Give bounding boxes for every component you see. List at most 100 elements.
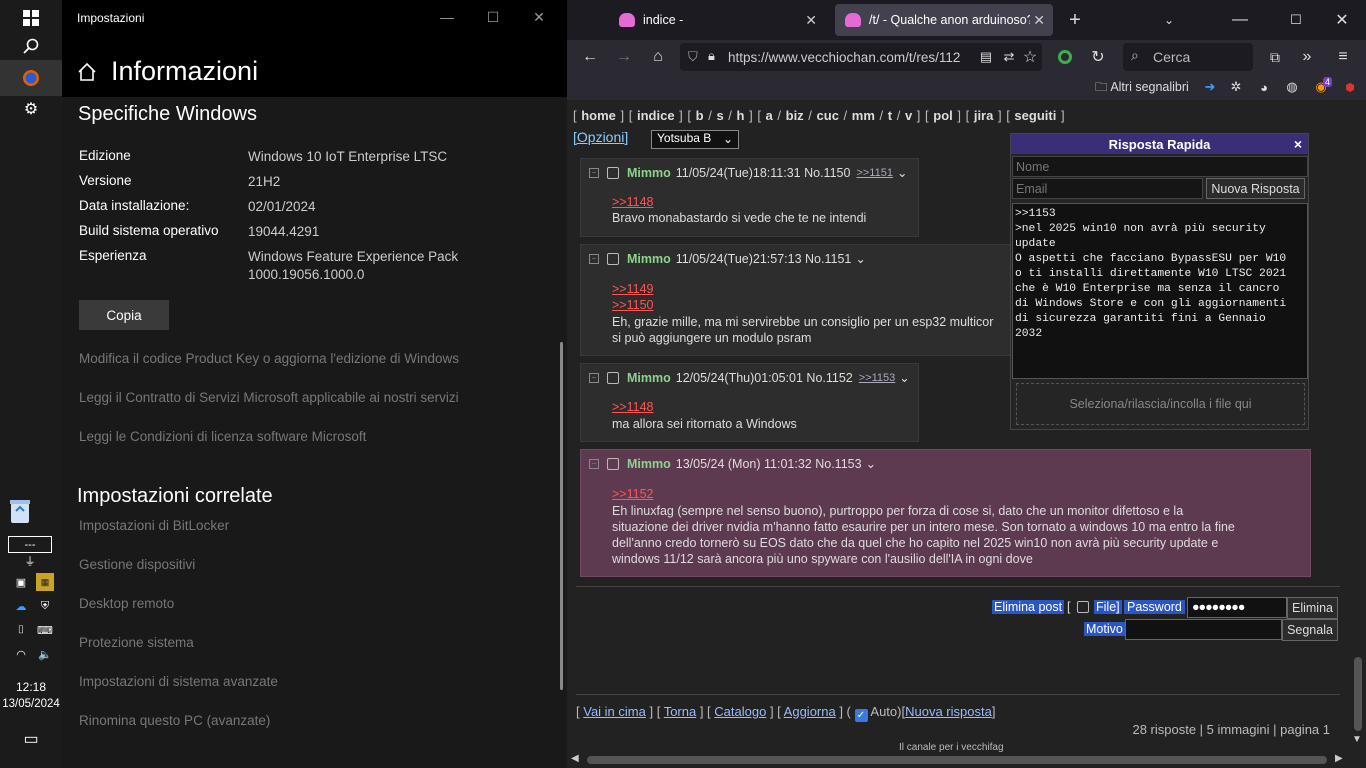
quote-link[interactable]: >>1148 <box>612 400 653 414</box>
translate-icon[interactable]: ⇄ <box>1000 40 1018 74</box>
copy-button[interactable]: Copia <box>79 300 169 330</box>
link-advanced-system[interactable]: Impostazioni di sistema avanzate <box>79 674 278 689</box>
nav-link-cuc[interactable]: cuc <box>817 108 839 123</box>
link-system-protection[interactable]: Protezione sistema <box>79 635 194 650</box>
other-bookmarks[interactable]: 🗀 Altri segnalibri <box>1095 78 1189 99</box>
recycle-bin-icon[interactable] <box>5 496 35 526</box>
clock-time[interactable]: 12:18 <box>0 679 62 695</box>
tab-thread[interactable]: /t/ - Qualche anon arduinoso? S ✕ <box>835 4 1053 36</box>
quote-link[interactable]: >>1149 <box>612 282 653 296</box>
new-reply-button[interactable]: Nuova Risposta <box>1206 178 1305 199</box>
scroll-thumb[interactable] <box>1354 657 1362 731</box>
addon-arrow-icon[interactable]: ➜ <box>1201 70 1219 104</box>
chevron-down-icon[interactable]: ⌄ <box>855 251 865 266</box>
keyboard-icon[interactable]: ⌨ <box>36 621 54 639</box>
refresh-link[interactable]: Aggiorna <box>784 704 836 719</box>
name-field[interactable] <box>1012 156 1308 177</box>
chevron-down-icon[interactable]: ⌄ <box>866 456 876 471</box>
nav-link-home[interactable]: home <box>581 108 616 123</box>
message-textarea[interactable]: >>1153 >nel 2025 win10 non avrà più secu… <box>1012 203 1308 379</box>
post-checkbox[interactable] <box>607 252 619 265</box>
quote-link[interactable]: >>1148 <box>612 195 653 209</box>
search-taskbar-button[interactable] <box>0 28 62 64</box>
delete-button[interactable]: Elimina <box>1287 597 1338 619</box>
link-services-agreement[interactable]: Leggi il Contratto di Servizi Microsoft … <box>79 390 459 405</box>
scroll-right-arrow-icon[interactable]: ▶ <box>1335 753 1343 764</box>
home-icon[interactable]: ⌂ <box>645 40 671 74</box>
quick-reply-header[interactable]: Risposta Rapida × <box>1011 134 1308 154</box>
email-field[interactable] <box>1012 178 1203 199</box>
addon-eye-icon[interactable]: ◕ <box>1255 70 1273 104</box>
tab-close-icon[interactable]: ✕ <box>1030 11 1045 29</box>
display-icon[interactable]: ▣ <box>12 573 30 591</box>
ublock-icon[interactable]: ⬢ <box>1341 70 1359 104</box>
addon-fox-icon[interactable]: ◉ <box>1312 70 1330 104</box>
shield-icon[interactable]: ⛨ <box>36 597 54 615</box>
nav-link-biz[interactable]: biz <box>786 108 804 123</box>
tab-indice[interactable]: indice - ✕ <box>609 4 825 36</box>
back-button[interactable]: ← <box>577 40 603 74</box>
link-remote-desktop[interactable]: Desktop remoto <box>79 596 174 611</box>
link-bitlocker[interactable]: Impostazioni di BitLocker <box>79 518 229 533</box>
nav-link-indice[interactable]: indice <box>637 108 675 123</box>
extension-green-icon[interactable] <box>1055 40 1075 74</box>
reader-view-icon[interactable]: ▤ <box>977 40 995 74</box>
shield-icon[interactable]: ⛉ <box>688 49 698 65</box>
reason-field[interactable] <box>1125 619 1282 640</box>
close-icon[interactable]: × <box>1294 136 1302 152</box>
clock-date[interactable]: 13/05/2024 <box>0 696 62 712</box>
post-checkbox[interactable] <box>607 371 619 384</box>
options-link[interactable]: [Opzioni] <box>573 129 628 145</box>
page-vertical-scrollbar[interactable]: ▼ <box>1350 100 1366 752</box>
link-rename-pc[interactable]: Rinomina questo PC (avanzate) <box>79 713 270 728</box>
battery-indicator[interactable]: --- <box>8 536 52 553</box>
back-link[interactable]: Torna <box>664 704 697 719</box>
menu-icon[interactable]: ≡ <box>1332 40 1354 74</box>
auto-checkbox[interactable]: ✓ <box>854 709 868 722</box>
scroll-thumb[interactable] <box>587 756 1327 764</box>
style-select[interactable]: Yotsuba B ⌄ <box>651 130 739 149</box>
nav-link-pol[interactable]: pol <box>933 108 953 123</box>
scroll-left-arrow-icon[interactable]: ◀ <box>571 753 579 764</box>
link-product-key[interactable]: Modifica il codice Product Key o aggiorn… <box>79 351 459 366</box>
forward-button[interactable]: → <box>611 40 637 74</box>
collapse-icon[interactable]: − <box>589 458 599 469</box>
volume-icon[interactable]: 🔈 <box>36 645 54 663</box>
extensions-icon[interactable]: ⧉ <box>1265 40 1285 74</box>
browser-minimize-button[interactable]: — <box>1225 4 1255 36</box>
new-reply-link[interactable]: Nuova risposta <box>905 704 992 719</box>
collapse-icon[interactable]: − <box>589 167 599 178</box>
tab-list-chevron-down-icon[interactable]: ⌄ <box>1157 4 1181 36</box>
chevron-down-icon[interactable]: ⌄ <box>899 370 909 385</box>
collapse-icon[interactable]: − <box>589 253 599 264</box>
file-checkbox[interactable] <box>1077 601 1089 613</box>
catalog-link[interactable]: Catalogo <box>714 704 766 719</box>
page-horizontal-scrollbar[interactable]: ◀ ▶ <box>567 752 1366 768</box>
quote-link[interactable]: >>1150 <box>612 298 653 312</box>
collapse-icon[interactable]: − <box>589 372 599 383</box>
url-text[interactable]: https://www.vecchiochan.com/t/res/112 <box>728 50 960 65</box>
link-license-terms[interactable]: Leggi le Condizioni di licenza software … <box>79 429 366 444</box>
addon-crab-icon[interactable]: ✲ <box>1227 70 1245 104</box>
new-tab-button[interactable]: + <box>1063 4 1087 36</box>
browser-close-button[interactable]: ✕ <box>1327 4 1357 36</box>
close-button[interactable]: ✕ <box>516 0 562 34</box>
file-drop-zone[interactable]: Seleziona/rilascia/incolla i file qui <box>1016 383 1305 425</box>
scroll-down-arrow-icon[interactable]: ▼ <box>1352 734 1362 745</box>
post-checkbox[interactable] <box>607 457 619 470</box>
report-button[interactable]: Segnala <box>1282 619 1338 641</box>
minimize-button[interactable]: — <box>424 0 470 34</box>
quote-link[interactable]: >>1152 <box>612 487 653 501</box>
nav-link-s[interactable]: s <box>716 108 723 123</box>
globe-icon[interactable]: ◍ <box>1283 70 1301 104</box>
maximize-button[interactable]: ☐ <box>470 0 516 34</box>
settings-taskbar-button[interactable]: ⚙ <box>0 91 62 127</box>
post-checkbox[interactable] <box>607 166 619 179</box>
bookmark-star-icon[interactable]: ☆ <box>1021 40 1039 74</box>
settings-scrollbar[interactable] <box>560 342 563 690</box>
wifi-icon[interactable]: ◠ <box>12 645 30 663</box>
app-tray-icon[interactable]: ▦ <box>36 573 54 591</box>
lock-icon[interactable]: 🔒︎ <box>708 48 715 64</box>
home-icon[interactable] <box>77 62 97 82</box>
search-box[interactable]: ⌕ Cerca <box>1123 43 1253 71</box>
